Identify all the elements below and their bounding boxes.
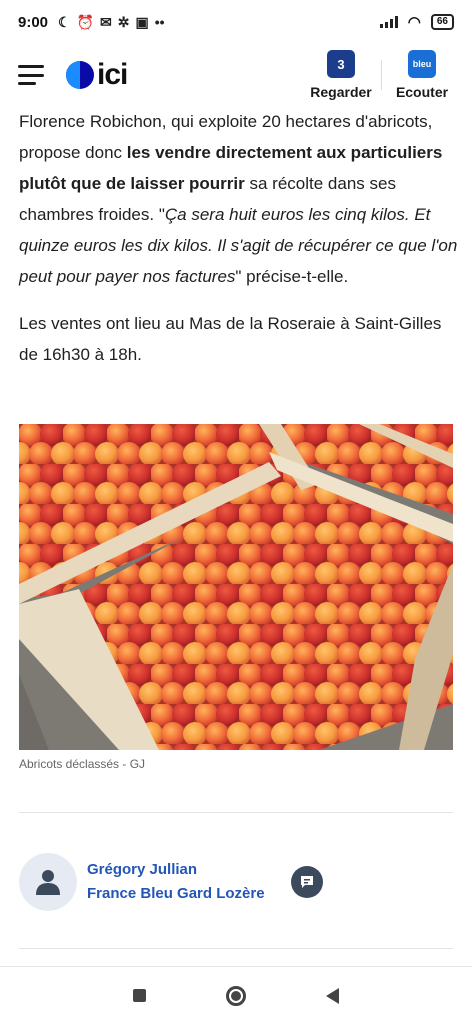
chat-bubble-icon [300,876,313,888]
comment-button[interactable] [290,866,323,898]
more-icon: •• [154,14,165,30]
listen-label: Ecouter [395,84,449,100]
notification-icons: ☾ ⏰ ✉ ✲ ▣ •• [58,14,165,31]
home-icon[interactable] [226,985,246,1006]
status-time: 9:00 [18,13,49,31]
system-nav-bar [0,966,472,1024]
logo-text: ici [97,58,128,91]
ici-logo[interactable]: ici [66,58,128,92]
author-station-link[interactable]: France Bleu Gard Lozère [87,882,265,906]
avatar [19,853,77,911]
section-divider [19,812,453,813]
menu-icon[interactable] [18,65,44,85]
photo-caption: Abricots déclassés - GJ [19,757,146,771]
moon-icon: ☾ [58,13,71,30]
recent-apps-icon[interactable] [133,989,146,1002]
section-divider [19,948,453,949]
author-card: Grégory Jullian France Bleu Gard Lozère [19,852,453,912]
battery-icon: 66 [430,14,454,30]
apricot-crates-illustration [19,424,453,750]
apricot-photo[interactable] [19,424,453,750]
image-icon: ▣ [135,13,149,30]
watch-label: Regarder [310,84,372,100]
france3-icon: 3 [327,50,355,78]
person-icon [36,870,60,895]
author-name-link[interactable]: Grégory Jullian [87,858,265,882]
signal-icon [379,16,398,28]
article-paragraph: Florence Robichon, qui exploite 20 hecta… [19,106,459,292]
header-divider [381,60,382,90]
back-icon[interactable] [326,987,339,1004]
status-bar: 9:00 ☾ ⏰ ✉ ✲ ▣ •• ◠ 66 [0,0,472,44]
alarm-icon: ⏰ [76,13,95,30]
listen-button[interactable]: bleu Ecouter [390,50,454,100]
message-icon: ✉ [100,13,112,30]
watch-button[interactable]: 3 Regarder [309,50,373,100]
app-header: ici 3 Regarder bleu Ecouter [0,44,472,106]
logo-mark-icon [66,61,94,89]
article-body: Florence Robichon, qui exploite 20 hecta… [19,106,459,386]
pinwheel-icon: ✲ [117,13,130,30]
text-span: " précise-t-elle. [235,267,349,286]
article-paragraph: Les ventes ont lieu au Mas de la Roserai… [19,314,442,364]
france-bleu-icon: bleu [408,50,436,78]
wifi-icon: ◠ [407,14,421,31]
